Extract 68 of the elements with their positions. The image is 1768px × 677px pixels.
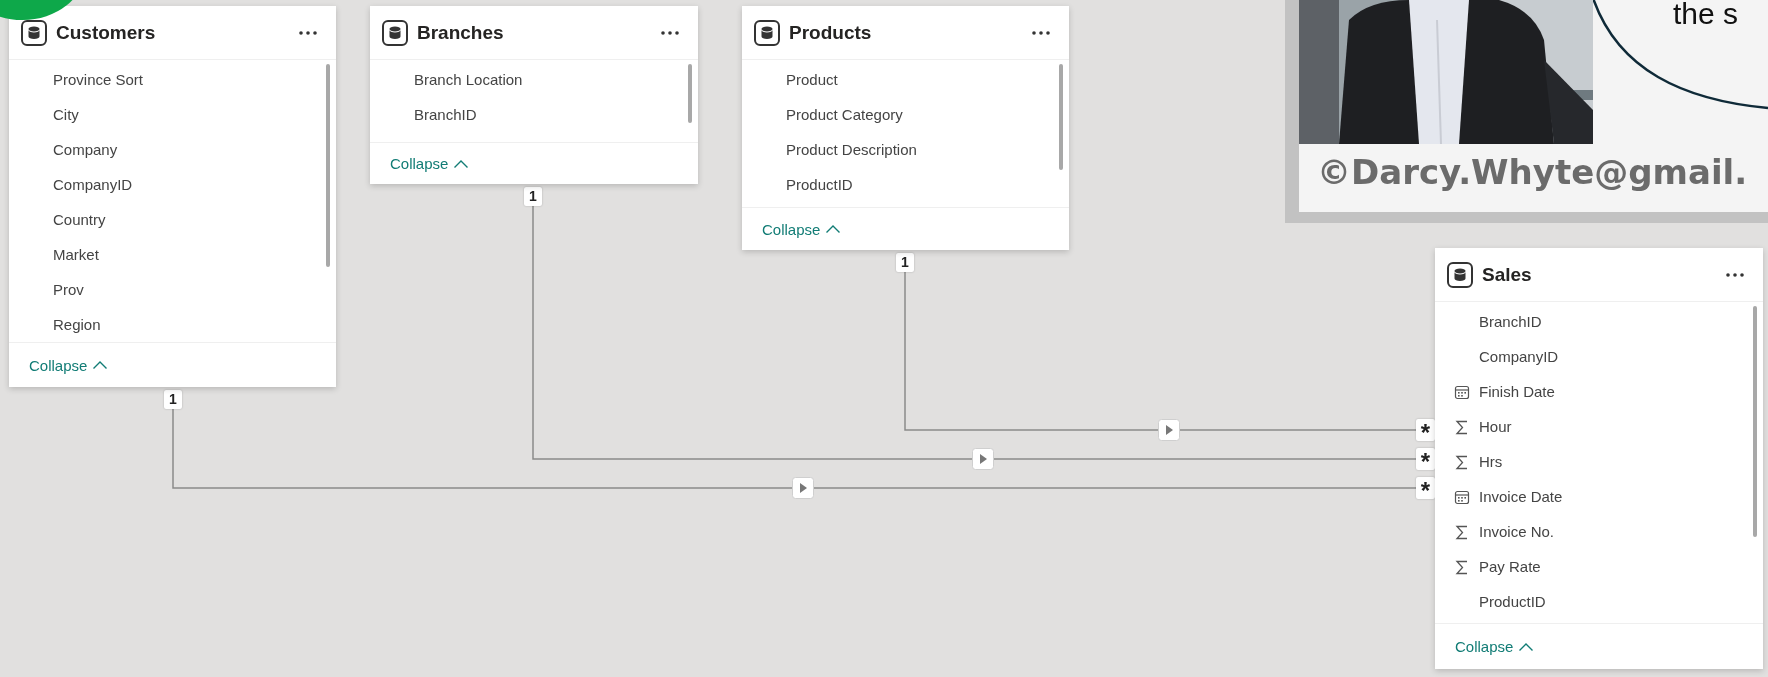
collapse-button[interactable]: Collapse: [388, 153, 472, 174]
field-name[interactable]: Country: [53, 211, 106, 228]
field-name[interactable]: Hour: [1479, 418, 1512, 435]
field-name[interactable]: Region: [53, 316, 101, 333]
database-icon: [21, 19, 47, 46]
more-icon: [1031, 29, 1051, 36]
field-name[interactable]: Hrs: [1479, 453, 1503, 470]
more-icon: [660, 29, 680, 36]
table-card[interactable]: Sales BranchID CompanyID Finish Date Hour Hrs Invoice Date Invoice No. Pay Rate ProductID Collapse: [1435, 248, 1763, 669]
caption-text: ©Darcy.Whyte@gmail.: [1316, 151, 1749, 192]
field-name[interactable]: ProductID: [786, 176, 853, 193]
field-name[interactable]: Province Sort: [53, 71, 144, 88]
calendar-icon: [1454, 383, 1470, 400]
cardinality-label: *: [1416, 477, 1435, 499]
cardinality-label: 1: [164, 390, 182, 409]
sigma-icon: [1454, 558, 1470, 575]
cardinality-label: *: [1416, 448, 1435, 470]
table-card[interactable]: Branches Branch Location BranchID Collapse: [370, 6, 698, 184]
field-name[interactable]: Product: [786, 71, 838, 88]
field-name[interactable]: Market: [53, 246, 99, 263]
field-name[interactable]: City: [53, 106, 79, 123]
calendar-icon: [1454, 488, 1470, 505]
caret-up-icon: [825, 224, 842, 234]
field-name[interactable]: Invoice No.: [1479, 523, 1555, 540]
table-card[interactable]: Products Product Product Category Product Description ProductID Collapse: [742, 6, 1069, 250]
bubble-text: the s: [1673, 0, 1739, 30]
scrollbar[interactable]: [326, 64, 330, 268]
field-name[interactable]: CompanyID: [1479, 348, 1559, 365]
cardinality-label: 1: [896, 253, 914, 272]
caret-up-icon: [1518, 641, 1535, 652]
cardinality-label: 1: [524, 187, 542, 206]
field-name[interactable]: CompanyID: [53, 176, 133, 193]
field-name[interactable]: Invoice Date: [1479, 488, 1563, 505]
sigma-icon: [1454, 418, 1470, 435]
table-card[interactable]: Customers Province Sort City Company CompanyID Country Market Prov Region Collapse: [9, 6, 336, 387]
collapse-button[interactable]: Collapse: [760, 218, 844, 240]
table-title: Customers: [56, 21, 157, 44]
sigma-icon: [1454, 453, 1470, 470]
field-name[interactable]: Branch Location: [414, 71, 523, 88]
scrollbar[interactable]: [688, 64, 692, 124]
field-name[interactable]: BranchID: [414, 106, 477, 123]
table-title: Branches: [417, 21, 505, 44]
caret-up-icon: [92, 360, 109, 370]
scrollbar[interactable]: [1753, 306, 1757, 538]
collapse-button[interactable]: Collapse: [27, 354, 111, 376]
field-name[interactable]: Product Category: [786, 106, 903, 123]
cardinality-label: *: [1416, 419, 1435, 441]
field-name[interactable]: Prov: [53, 281, 84, 298]
more-icon: [298, 29, 318, 36]
database-icon: [1447, 261, 1473, 288]
table-title: Products: [789, 21, 873, 44]
sigma-icon: [1454, 523, 1470, 540]
table-title: Sales: [1482, 263, 1533, 286]
database-icon: [754, 19, 780, 46]
collapse-button[interactable]: Collapse: [1453, 636, 1537, 657]
scrollbar[interactable]: [1059, 64, 1063, 170]
field-name[interactable]: Company: [53, 141, 118, 158]
field-name[interactable]: ProductID: [1479, 593, 1546, 610]
relationship-line[interactable]: [172, 408, 1417, 499]
database-icon: [382, 19, 408, 46]
field-name[interactable]: Finish Date: [1479, 383, 1555, 400]
field-name[interactable]: Product Description: [786, 141, 917, 158]
field-name[interactable]: BranchID: [1479, 313, 1542, 330]
relationship-line[interactable]: [904, 271, 1417, 441]
caret-up-icon: [453, 158, 470, 169]
field-name[interactable]: Pay Rate: [1479, 558, 1541, 575]
more-icon: [1725, 271, 1745, 278]
relationship-line[interactable]: [532, 205, 1417, 470]
